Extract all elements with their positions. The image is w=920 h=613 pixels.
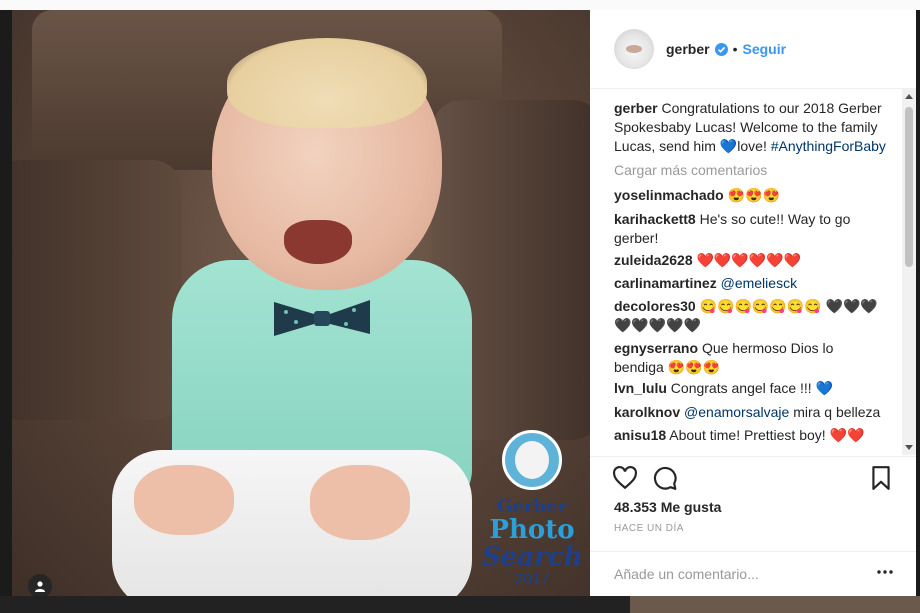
comment-item: decolores30 😋😋😋😋😋😋😋 🖤🖤🖤🖤🖤🖤🖤🖤 <box>614 297 884 335</box>
couch-left-cushion <box>12 160 182 420</box>
comment-text: ❤️❤️❤️❤️❤️❤️ <box>696 252 802 268</box>
comment-username[interactable]: zuleida2628 <box>614 252 693 268</box>
comment-item: lvn_lulu Congrats angel face !!! 💙 <box>614 379 884 398</box>
add-comment-bar: Añade un comentario... <box>590 551 916 598</box>
comment-text: About time! Prettiest boy! ❤️❤️ <box>669 427 865 443</box>
load-more-comments-button[interactable]: Cargar más comentarios <box>614 162 767 178</box>
caption-emoji: 💙 <box>719 138 738 154</box>
caption-username[interactable]: gerber <box>614 100 658 116</box>
header-separator: • <box>732 41 738 57</box>
user-tag-icon[interactable] <box>28 574 52 596</box>
baby-hair <box>227 38 427 128</box>
post-header: gerber • Seguir <box>590 10 916 89</box>
post-caption: gerber Congratulations to our 2018 Gerbe… <box>614 99 886 156</box>
baby-right-hand <box>310 465 410 540</box>
browser-top-strip <box>0 0 920 10</box>
comment-item: karihackett8 He's so cute!! Way to go ge… <box>614 210 884 248</box>
comment-text: mira q belleza <box>793 404 881 420</box>
comment-item: anisu18 About time! Prettiest boy! ❤️❤️ <box>614 426 884 445</box>
comment-username[interactable]: karolknov <box>614 404 680 420</box>
caption-after-emoji: love! <box>737 138 767 154</box>
background-page-strip <box>0 596 920 613</box>
gerber-baby-logo-icon <box>502 430 562 490</box>
logo-year: 2017 <box>514 571 550 588</box>
baby-smile <box>284 220 352 264</box>
comment-item: karolknov @enamorsalvaje mira q belleza <box>614 403 884 422</box>
comment-username[interactable]: anisu18 <box>614 427 666 443</box>
background-thumbnail <box>630 596 920 613</box>
caption-hashtag[interactable]: #AnythingForBaby <box>771 138 886 154</box>
post-side-panel: gerber • Seguir gerber Congratulations t… <box>590 10 916 596</box>
comment-item: yoselinmachado 😍😍😍 <box>614 186 884 205</box>
post-actions: 48.353 Me gusta HACE UN DÍA Añade un com… <box>590 456 916 597</box>
follow-button[interactable]: Seguir <box>742 41 786 57</box>
comment-item: carlinamartinez @emeliesck <box>614 274 884 293</box>
comment-text: 😍😍😍 <box>727 187 780 203</box>
bowtie <box>274 300 370 336</box>
comment-username[interactable]: yoselinmachado <box>614 187 724 203</box>
post-username[interactable]: gerber <box>666 41 710 57</box>
comment-username[interactable]: decolores30 <box>614 298 696 314</box>
logo-photo-word: Photo <box>489 515 575 545</box>
scroll-down-arrow-icon[interactable] <box>905 445 913 450</box>
post-timestamp[interactable]: HACE UN DÍA <box>614 523 684 534</box>
scroll-up-arrow-icon[interactable] <box>905 94 913 99</box>
comment-text: Congrats angel face !!! 💙 <box>670 380 833 396</box>
more-options-icon[interactable] <box>877 570 893 574</box>
verified-badge-icon <box>714 42 728 56</box>
scrollbar-thumb[interactable] <box>905 107 913 267</box>
add-comment-input[interactable]: Añade un comentario... <box>614 566 759 582</box>
comment-username[interactable]: lvn_lulu <box>614 380 667 396</box>
heart-icon[interactable] <box>612 465 638 491</box>
comment-mention[interactable]: @emeliesck <box>721 275 797 291</box>
comment-username[interactable]: egnyserrano <box>614 340 698 356</box>
gerber-photo-search-logo: Gerber Photo Search 2017 <box>482 420 583 590</box>
comment-item: egnyserrano Que hermoso Dios lo bendiga … <box>614 339 884 377</box>
avatar[interactable] <box>614 29 654 69</box>
post-photo[interactable]: Gerber Photo Search 2017 <box>12 10 590 596</box>
baby-left-hand <box>134 465 234 535</box>
comments-scrollbar[interactable] <box>902 89 916 455</box>
likes-count[interactable]: 48.353 Me gusta <box>614 499 721 515</box>
comment-username[interactable]: karihackett8 <box>614 211 696 227</box>
logo-brand: Gerber <box>497 496 567 517</box>
comments-list[interactable]: gerber Congratulations to our 2018 Gerbe… <box>590 89 916 455</box>
comment-icon[interactable] <box>652 465 678 491</box>
logo-search-word: Search <box>482 542 583 572</box>
comment-username[interactable]: carlinamartinez <box>614 275 717 291</box>
comment-item: zuleida2628 ❤️❤️❤️❤️❤️❤️ <box>614 251 884 270</box>
bookmark-icon[interactable] <box>868 465 894 491</box>
comment-mention[interactable]: @enamorsalvaje <box>684 404 789 420</box>
